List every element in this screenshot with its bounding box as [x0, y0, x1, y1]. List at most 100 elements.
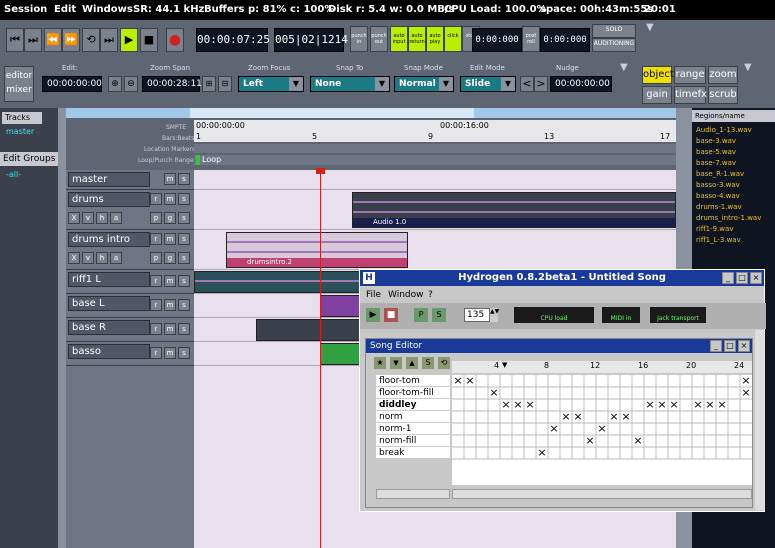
zoom-session-icon[interactable]: ⊞	[202, 76, 216, 92]
pattern-cell-active[interactable]: ×	[716, 399, 728, 410]
track-lane-drums[interactable]: Audio 1.0	[194, 190, 676, 230]
loop-punch-ruler[interactable]: Loop	[194, 155, 676, 165]
zoom-span-field[interactable]: 00:00:28:11	[142, 76, 202, 92]
move-down-icon[interactable]: ▼	[390, 357, 402, 369]
height-button[interactable]: h	[96, 212, 108, 224]
edit-toolbar-menu-arrow-icon[interactable]: ▼	[620, 62, 628, 73]
bpm-spinner-icon[interactable]: ▲▼	[490, 308, 499, 322]
sends-button[interactable]: s	[178, 212, 190, 224]
solo-button[interactable]: s	[178, 323, 190, 335]
audio-region[interactable]	[256, 319, 360, 341]
track-name-base-l[interactable]: base L	[68, 296, 150, 311]
pattern-floor-tom-fill[interactable]: floor-tom-fill	[376, 387, 450, 399]
track-header-base-l[interactable]: base L r m s	[66, 294, 194, 318]
hydrogen-app-icon[interactable]: H	[363, 272, 375, 284]
transport-menu-arrow-icon[interactable]: ▼	[646, 22, 654, 33]
track-header-drums-intro[interactable]: drums intro r m s X v h a p g s	[66, 230, 194, 270]
audition-indicator[interactable]: AUDITIONING	[592, 38, 636, 52]
click-button[interactable]: click	[444, 26, 462, 52]
auto-input-button[interactable]: auto input	[390, 26, 408, 52]
track-header-master[interactable]: master m s	[66, 170, 194, 190]
track-name-base-r[interactable]: base R	[68, 320, 150, 335]
playlist-button[interactable]: p	[150, 212, 162, 224]
tab-edit-groups[interactable]: Edit Groups	[0, 152, 58, 166]
pattern-norm-1[interactable]: norm-1	[376, 423, 450, 435]
region-list-item[interactable]: base-5.wav	[696, 148, 736, 156]
minimize-icon[interactable]: _	[710, 340, 722, 352]
mode-scrub-button[interactable]: scrub	[708, 86, 738, 104]
track-name-riff1-l[interactable]: riff1 L	[68, 272, 150, 287]
horizontal-scroll-thumb[interactable]	[190, 108, 474, 118]
bars-ruler[interactable]: 1 5 9 13 17	[194, 131, 676, 142]
hydrogen-menu-help[interactable]: ?	[428, 290, 433, 300]
menu-edit[interactable]: Edit	[54, 4, 76, 15]
close-icon[interactable]: X	[68, 212, 80, 224]
rewind-icon[interactable]: ⏪	[44, 28, 62, 52]
hydrogen-vertical-scrollbar[interactable]	[755, 330, 765, 510]
solo-button[interactable]: s	[178, 299, 190, 311]
bpm-input[interactable]: 135	[464, 308, 490, 322]
region-list-item[interactable]: base-7.wav	[696, 159, 736, 167]
track-header-base-r[interactable]: base R r m s	[66, 318, 194, 342]
track-name-basso[interactable]: basso	[68, 344, 150, 359]
mute-button[interactable]: m	[164, 233, 176, 245]
secondary-clock[interactable]: 005|02|1214	[274, 28, 348, 52]
primary-clock[interactable]: 00:00:07:25	[196, 28, 270, 52]
audio-region[interactable]	[194, 271, 374, 293]
height-button[interactable]: h	[96, 252, 108, 264]
playhead-marker-icon[interactable]	[316, 168, 325, 174]
pattern-break[interactable]: break	[376, 447, 450, 459]
region-list-item[interactable]: riff1_L-3.wav	[696, 236, 741, 244]
mute-button[interactable]: m	[164, 299, 176, 311]
pattern-cell-active[interactable]: ×	[596, 423, 608, 434]
goto-start-icon[interactable]: ⏮	[6, 28, 24, 52]
solo-button[interactable]: s	[178, 275, 190, 287]
track-name-drums[interactable]: drums	[68, 192, 150, 207]
menu-session[interactable]: Session	[4, 4, 47, 15]
track-name-master[interactable]: master	[68, 172, 150, 187]
mode-menu-arrow-icon[interactable]: ▼	[744, 62, 752, 73]
playhead[interactable]	[320, 170, 321, 548]
pattern-cell-active[interactable]: ×	[560, 411, 572, 422]
close-icon[interactable]: ×	[738, 340, 750, 352]
snap-to-dropdown[interactable]: None ▼	[310, 76, 390, 92]
record-arm-button[interactable]: r	[150, 193, 162, 205]
track-lane-drums-intro[interactable]: drumsintro.2	[194, 230, 676, 270]
mode-range-button[interactable]: range	[674, 66, 706, 84]
tracks-list-item-master[interactable]: master	[6, 127, 34, 136]
audio-region[interactable]: drumsintro.2	[226, 232, 408, 268]
track-name-drums-intro[interactable]: drums intro	[68, 232, 150, 247]
stop-icon[interactable]: ■	[384, 308, 398, 322]
stop-icon[interactable]: ■	[140, 28, 158, 52]
mute-button[interactable]: m	[164, 173, 176, 185]
loop-icon[interactable]: ⟲	[82, 28, 100, 52]
clear-icon[interactable]: ⟲	[438, 357, 450, 369]
region-list-item[interactable]: drums-1.wav	[696, 203, 742, 211]
editor-mixer-toggle[interactable]: editor mixer	[4, 66, 34, 102]
song-editor-titlebar[interactable]: Song Editor	[366, 339, 752, 353]
pattern-cell-active[interactable]: ×	[668, 399, 680, 410]
panel-divider[interactable]	[58, 108, 66, 548]
post-roll-button[interactable]: post roll	[522, 26, 540, 52]
pattern-mode-button[interactable]: P	[414, 308, 428, 322]
nudge-field[interactable]: 00:00:00:00	[550, 76, 612, 92]
edit-point-field[interactable]: 00:00:00:00	[42, 76, 102, 92]
minimize-icon[interactable]: _	[722, 272, 734, 284]
sends-button[interactable]: s	[178, 252, 190, 264]
pattern-cell-active[interactable]: ×	[608, 411, 620, 422]
pattern-list-scrollbar[interactable]	[376, 489, 450, 499]
nudge-back-icon[interactable]: <	[520, 76, 534, 92]
pattern-diddley[interactable]: diddley	[376, 399, 450, 411]
menu-windows[interactable]: Windows	[82, 4, 133, 15]
mode-gain-button[interactable]: gain	[642, 86, 672, 104]
track-header-basso[interactable]: basso r m s	[66, 342, 194, 366]
song-ruler[interactable]: 4 ▼ 8 12 16 20 24	[452, 361, 752, 373]
record-arm-button[interactable]: r	[150, 275, 162, 287]
audio-region[interactable]	[320, 343, 360, 365]
postroll-clock[interactable]: 0:00:000	[540, 28, 590, 52]
pattern-cell-active[interactable]: ×	[464, 375, 476, 386]
play-icon[interactable]: ▶	[120, 28, 138, 52]
location-markers-ruler[interactable]	[194, 144, 676, 153]
pattern-cell-active[interactable]: ×	[500, 399, 512, 410]
automation-button[interactable]: a	[110, 212, 122, 224]
